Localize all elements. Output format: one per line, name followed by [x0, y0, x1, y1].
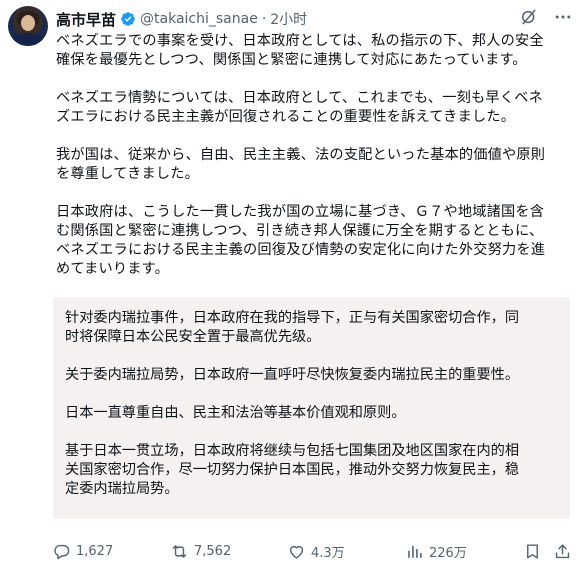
- reply-count: 1,627: [76, 543, 114, 559]
- views-chart-icon: [405, 542, 424, 561]
- translation-box: 针对委内瑞拉事件，日本政府在我的指导下，正与有关国家密切合作，同 时将保障日本公…: [53, 297, 570, 519]
- views-count: 226万: [429, 545, 467, 561]
- tweet-action-bar: 1,627 7,562 4.3万 226万: [50, 540, 575, 562]
- more-options-icon[interactable]: [553, 7, 573, 27]
- retweet-count: 7,562: [194, 543, 232, 559]
- post-time[interactable]: 2小时: [270, 9, 307, 29]
- verified-badge-icon: [120, 11, 136, 27]
- grok-icon[interactable]: [519, 7, 539, 27]
- tweet-header: 高市早苗 @takaichi_sanae · 2小时: [56, 9, 307, 29]
- retweet-icon: [170, 542, 189, 561]
- tweet-paragraph: 我が国は、従来から、自由、民主主義、法の支配といった基本的価値や原則 を尊重して…: [56, 147, 546, 182]
- views-button[interactable]: 226万: [405, 540, 467, 562]
- tweet-paragraph: ベネズエラでの事案を受け、日本政府としては、私の指示の下、邦人の安全 確保を最優…: [56, 33, 544, 68]
- tweet-body: ベネズエラでの事案を受け、日本政府としては、私の指示の下、邦人の安全 確保を最優…: [56, 32, 574, 298]
- share-button[interactable]: [553, 540, 572, 562]
- tweet-paragraph: ベネズエラ情勢については、日本政府として、これまでも、一刻も早くベネ ズエラにお…: [56, 90, 543, 125]
- translation-paragraph: 针对委内瑞拉事件，日本政府在我的指导下，正与有关国家密切合作，同 时将保障日本公…: [65, 310, 520, 345]
- reply-button[interactable]: 1,627: [52, 540, 113, 562]
- bookmark-button[interactable]: [523, 540, 542, 562]
- heart-icon: [287, 542, 306, 561]
- author-name[interactable]: 高市早苗: [56, 9, 116, 30]
- like-count: 4.3万: [311, 545, 345, 561]
- like-button[interactable]: 4.3万: [287, 540, 345, 562]
- avatar-face: [21, 15, 35, 31]
- author-avatar[interactable]: [8, 6, 48, 46]
- tweet-top-actions: [519, 7, 573, 27]
- tweet-paragraph: 日本政府は、こうした一貫した我が国の立場に基づき、Ｇ７や地域諸国を含 む関係国と…: [56, 204, 546, 277]
- avatar-body: [12, 33, 44, 46]
- author-handle[interactable]: @takaichi_sanae: [140, 11, 258, 27]
- translation-paragraph: 日本一直尊重自由、民主和法治等基本价值观和原则。: [65, 405, 406, 421]
- reply-icon: [52, 542, 71, 561]
- retweet-button[interactable]: 7,562: [170, 540, 231, 562]
- translation-paragraph: 基于日本一贯立场，日本政府将继续与包括七国集团及地区国家在内的相 关国家密切合作…: [65, 443, 520, 497]
- separator-dot: ·: [261, 11, 267, 27]
- bookmark-icon: [523, 542, 542, 561]
- share-icon: [553, 542, 572, 561]
- translation-paragraph: 关于委内瑞拉局势，日本政府一直呼吁尽快恢复委内瑞拉民主的重要性。: [65, 367, 520, 383]
